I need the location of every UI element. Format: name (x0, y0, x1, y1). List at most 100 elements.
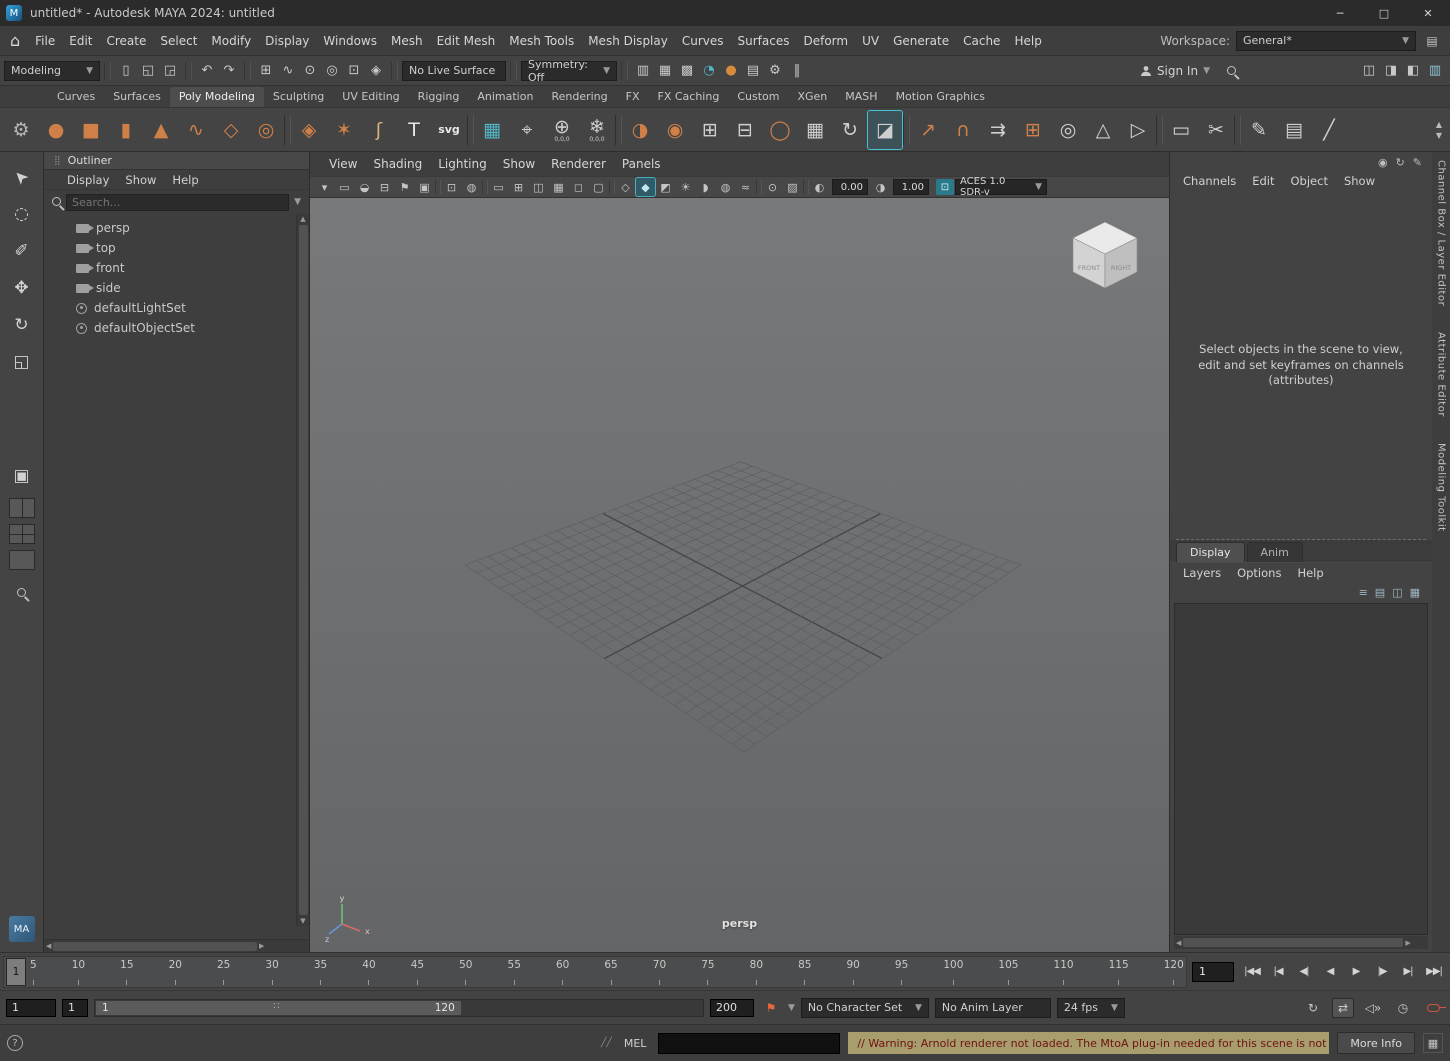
titlebar[interactable]: M untitled* - Autodesk MAYA 2024: untitl… (0, 0, 1450, 26)
new-empty-layer-icon[interactable]: ◫ (1392, 586, 1402, 599)
workspace-bookmark-icon[interactable]: ▤ (1422, 31, 1442, 51)
channel-box-menu-item[interactable]: Edit (1245, 173, 1281, 189)
outliner-item-persp[interactable]: persp (44, 218, 295, 238)
outliner-item-front[interactable]: front (44, 258, 295, 278)
menu-item[interactable]: Edit Mesh (430, 32, 503, 50)
scale-tool[interactable]: ◱ (7, 347, 37, 377)
auto-keyframe-icon[interactable] (1422, 998, 1444, 1018)
more-info-button[interactable]: More Info (1337, 1032, 1415, 1054)
workspace-selector[interactable]: General* ▼ (1236, 31, 1416, 51)
wedge-icon[interactable]: ↻ (833, 111, 867, 149)
image-plane-icon[interactable]: ▣ (415, 178, 434, 196)
curve-warp-icon[interactable]: ʃ (362, 111, 396, 149)
exposure-field[interactable]: 0.00 (832, 179, 868, 195)
freeze-transformations-icon[interactable]: ❄ 0,0,0 (580, 111, 614, 149)
channel-box-menu-item[interactable]: Show (1337, 173, 1382, 189)
quick-layout-single-pane-button[interactable] (9, 550, 35, 570)
playback-speed-icon[interactable]: ◷ (1392, 998, 1414, 1018)
paint-select-tool[interactable]: ✐ (7, 236, 37, 266)
render-sequence-icon[interactable]: ◔ (698, 60, 720, 82)
gamma-icon[interactable]: ◑ (871, 178, 890, 196)
close-button[interactable]: ✕ (1406, 0, 1450, 26)
ipr-render-icon[interactable]: ▩ (676, 60, 698, 82)
menu-item[interactable]: UV (855, 32, 886, 50)
poly-torus-icon[interactable]: ◎ (249, 111, 283, 149)
resize-grip-icon[interactable]: ╱╱ (601, 1038, 612, 1048)
viewport-menu-item[interactable]: Renderer (544, 155, 613, 173)
channel-box-menu-item[interactable]: Object (1284, 173, 1335, 189)
outliner-horizontal-scrollbar[interactable]: ◀ ▶ (44, 939, 309, 952)
exposure-icon[interactable]: ◐ (810, 178, 829, 196)
current-time-marker[interactable]: 1 (6, 958, 26, 986)
sign-in-button[interactable]: Sign In ▼ (1134, 64, 1216, 78)
playback-loop-icon[interactable]: ↻ (1302, 998, 1324, 1018)
make-live-grid-icon[interactable]: ▤ (1277, 111, 1311, 149)
snap-to-grid-icon[interactable]: ⊞ (255, 60, 277, 82)
gamma-field[interactable]: 1.00 (893, 179, 929, 195)
construction-plane-icon[interactable]: ▦ (475, 111, 509, 149)
render-setup-icon[interactable]: ▤ (742, 60, 764, 82)
step-back-key-button[interactable]: |◀ (1265, 960, 1291, 984)
animation-end-field[interactable]: 200 (710, 999, 754, 1017)
bevel-icon[interactable]: ◪ (868, 111, 902, 149)
pencil-icon[interactable]: ✎ (1413, 156, 1422, 169)
separator[interactable] (609, 180, 615, 194)
film-gate-icon[interactable]: ▭ (489, 178, 508, 196)
symmetry-selector[interactable]: Symmetry: Off ▼ (521, 61, 617, 81)
shelf-tab[interactable]: UV Editing (333, 87, 408, 107)
zoom-tool-icon[interactable] (7, 577, 37, 607)
open-scene-icon[interactable]: ◱ (137, 60, 159, 82)
separator[interactable] (482, 180, 488, 194)
mute-audio-icon[interactable]: ◁» (1362, 998, 1384, 1018)
separator[interactable] (803, 180, 809, 194)
shaded-mode-icon[interactable]: ◆ (636, 178, 655, 196)
filter-dropdown-icon[interactable]: ▼ (294, 197, 301, 207)
continuous-playback-icon[interactable]: ⇄ (1332, 998, 1354, 1018)
separator[interactable] (435, 180, 441, 194)
open-render-view-icon[interactable]: ▥ (632, 60, 654, 82)
outliner-item-defaultLightSet[interactable]: defaultLightSet (44, 298, 295, 318)
combine-icon[interactable]: ⊞ (693, 111, 727, 149)
snap-to-curve-icon[interactable]: ∿ (277, 60, 299, 82)
menu-item[interactable]: Help (1007, 32, 1048, 50)
oversampling-icon[interactable]: ◍ (462, 178, 481, 196)
mirror-cut-icon[interactable]: ▭ (1164, 111, 1198, 149)
scrollbar-thumb[interactable] (53, 942, 257, 951)
new-scene-icon[interactable]: ▯ (115, 60, 137, 82)
lasso-tool[interactable]: ◌ (7, 199, 37, 229)
use-all-lights-icon[interactable]: ☀ (676, 178, 695, 196)
evaluation-gear-icon[interactable]: ⚙ (764, 60, 786, 82)
safe-title-icon[interactable]: ▢ (589, 178, 608, 196)
panel-grip-icon[interactable]: ▾ (315, 178, 334, 196)
outliner-item-top[interactable]: top (44, 238, 295, 258)
scroll-right-arrow-icon[interactable]: ▶ (1405, 939, 1410, 947)
go-to-end-button[interactable]: ▶▶| (1421, 960, 1447, 984)
separator[interactable] (1234, 115, 1241, 145)
step-forward-frame-button[interactable]: |▶ (1369, 960, 1395, 984)
separator[interactable] (1156, 115, 1163, 145)
separator[interactable] (467, 115, 474, 145)
outliner-tree[interactable]: persp top front side (44, 214, 309, 939)
minimize-button[interactable]: ─ (1318, 0, 1362, 26)
command-input[interactable] (658, 1033, 840, 1054)
layer-editor-menu-item[interactable]: Options (1230, 565, 1288, 581)
scrollbar-thumb[interactable] (1183, 938, 1403, 947)
time-slider-track[interactable]: 1 51015202530354045505560657075808590951… (3, 956, 1187, 988)
poly-cylinder-icon[interactable]: ▮ (109, 111, 143, 149)
viewport-menu-item[interactable]: Show (496, 155, 542, 173)
play-forward-button[interactable]: ▶ (1343, 960, 1369, 984)
scroll-down-arrow-icon[interactable]: ▼ (300, 917, 305, 925)
user-avatar[interactable]: MA (9, 916, 35, 942)
layer-list[interactable] (1174, 603, 1428, 935)
scroll-left-arrow-icon[interactable]: ◀ (46, 942, 51, 950)
triangulate-icon[interactable]: △ (1086, 111, 1120, 149)
quadrangulate-icon[interactable]: ▷ (1121, 111, 1155, 149)
menu-item[interactable]: Surfaces (731, 32, 797, 50)
playback-start-field[interactable]: 1 (62, 999, 88, 1017)
play-backwards-button[interactable]: ◀ (1317, 960, 1343, 984)
poly-helix-icon[interactable]: ∿ (179, 111, 213, 149)
layers-options-icon[interactable]: ▤ (1375, 586, 1385, 599)
shelf-tab[interactable]: Motion Graphics (887, 87, 994, 107)
quick-layout-two-pane-button[interactable] (9, 498, 35, 518)
mirror-icon[interactable]: ◑ (623, 111, 657, 149)
